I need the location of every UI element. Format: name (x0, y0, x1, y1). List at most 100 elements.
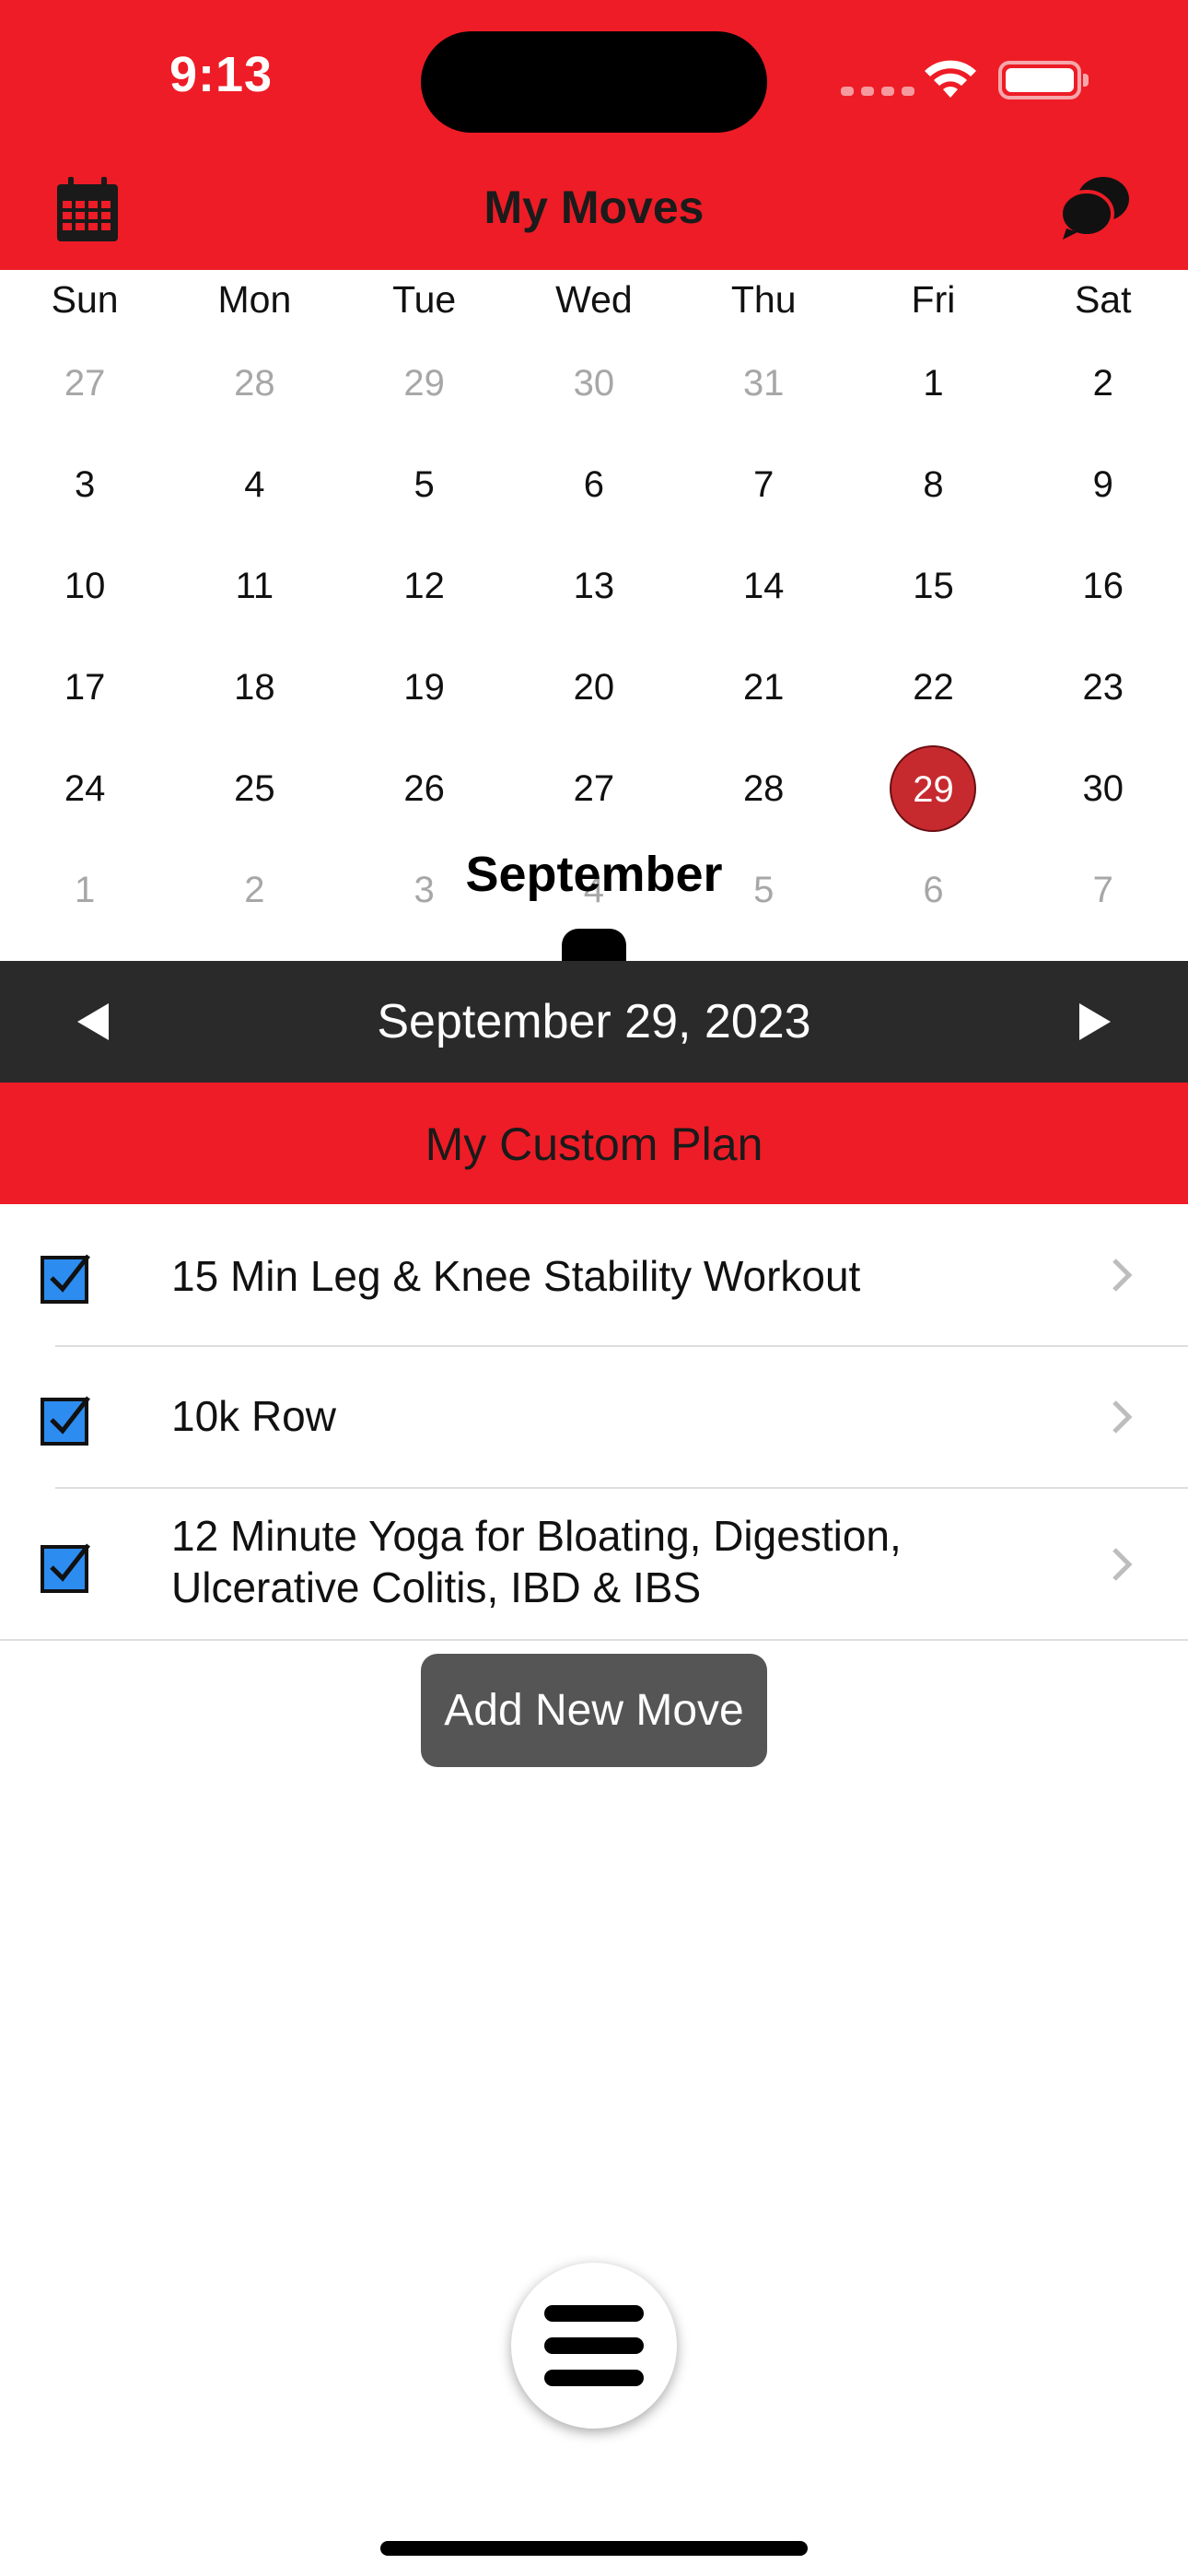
calendar-day-number: 15 (913, 566, 954, 606)
calendar-day[interactable]: 7 (679, 451, 848, 553)
checkbox-checked-icon[interactable] (41, 1394, 92, 1446)
moves-list: 15 Min Leg & Knee Stability Workout 10k … (0, 1204, 1188, 1641)
move-label: 15 Min Leg & Knee Stability Workout (171, 1252, 861, 1300)
calendar-day-number: 9 (1092, 464, 1113, 505)
list-item[interactable]: 10k Row (0, 1346, 1188, 1488)
calendar-day[interactable]: 27 (509, 755, 679, 857)
date-navigation-bar: September 29, 2023 (0, 961, 1188, 1083)
month-label: September (465, 847, 723, 902)
chevron-right-icon (1112, 1548, 1133, 1581)
calendar-day[interactable]: 11 (169, 553, 339, 654)
calendar-day[interactable]: 26 (340, 755, 509, 857)
calendar-day-number: 11 (235, 566, 274, 606)
weekday-label: Wed (555, 278, 633, 321)
dynamic-island (421, 31, 767, 133)
calendar-week-row: 17 18 19 20 21 22 23 (0, 654, 1188, 755)
cellular-signal-icon (841, 87, 914, 96)
calendar-day-number: 20 (573, 667, 615, 708)
calendar-day-number: 29 (890, 745, 977, 832)
calendar-day[interactable]: 2 (1019, 350, 1188, 451)
calendar-day[interactable]: 5 (340, 451, 509, 553)
weekday-label: Tue (392, 278, 457, 321)
calendar-day[interactable]: 25 (169, 755, 339, 857)
calendar-day-number: 16 (1082, 566, 1124, 606)
hamburger-menu-icon (544, 2337, 644, 2354)
calendar-day[interactable]: 1 (848, 350, 1018, 451)
app-header: 9:13 My Moves (0, 0, 1188, 270)
calendar-day[interactable]: 6 (509, 451, 679, 553)
calendar-day[interactable]: 13 (509, 553, 679, 654)
weekday-header: Sun Mon Tue Wed Thu Fri Sat (0, 278, 1188, 322)
calendar-day[interactable]: 18 (169, 654, 339, 755)
add-new-move-button[interactable]: Add New Move (421, 1654, 767, 1767)
calendar-day-number: 30 (573, 363, 615, 404)
calendar-day[interactable]: 30 (509, 350, 679, 451)
calendar-day-number: 27 (64, 363, 106, 404)
calendar-day[interactable]: 20 (509, 654, 679, 755)
hamburger-menu-button[interactable] (511, 2263, 677, 2429)
calendar-day-number: 14 (742, 566, 785, 606)
weekday-label: Thu (730, 278, 797, 321)
calendar-day[interactable]: 23 (1019, 654, 1188, 755)
calendar-day[interactable]: 10 (0, 553, 169, 654)
calendar-day-number: 4 (244, 464, 265, 505)
calendar-day-number: 5 (413, 464, 435, 505)
calendar-day[interactable]: 3 (0, 451, 169, 553)
calendar-day[interactable]: 14 (679, 553, 848, 654)
checkbox-checked-icon[interactable] (41, 1252, 92, 1304)
calendar-week-row: 24 25 26 27 28 29 30 (0, 745, 1188, 857)
calendar-day[interactable]: 12 (340, 553, 509, 654)
calendar-day-number: 26 (403, 768, 445, 809)
hamburger-menu-icon (544, 2370, 644, 2386)
calendar-day[interactable]: 8 (848, 451, 1018, 553)
calendar-day[interactable]: 16 (1019, 553, 1188, 654)
calendar-day[interactable]: 27 (0, 350, 169, 451)
calendar-day-number: 27 (573, 768, 615, 809)
calendar-day[interactable]: 22 (848, 654, 1018, 755)
calendar-day[interactable]: 31 (679, 350, 848, 451)
calendar-day-number: 18 (234, 667, 275, 708)
calendar-day[interactable]: 29 (340, 350, 509, 451)
calendar-day-number: 2 (1092, 363, 1113, 404)
wifi-icon (925, 60, 976, 98)
calendar-day-number: 10 (64, 566, 106, 606)
list-item[interactable]: 15 Min Leg & Knee Stability Workout (0, 1204, 1188, 1346)
calendar-day-number: 28 (742, 768, 785, 809)
calendar-day[interactable]: 15 (848, 553, 1018, 654)
calendar-day-number: 23 (1082, 667, 1124, 708)
calendar-day[interactable]: 21 (679, 654, 848, 755)
calendar-day-number: 21 (742, 667, 785, 708)
calendar-collapse-handle[interactable] (562, 929, 626, 964)
weekday-label: Fri (911, 278, 956, 321)
calendar-day[interactable]: 30 (1019, 755, 1188, 857)
weekday-label: Sat (1074, 278, 1132, 321)
calendar-day-number: 17 (64, 667, 106, 708)
calendar-day-number: 28 (234, 363, 275, 404)
triangle-right-icon[interactable] (1066, 994, 1122, 1049)
calendar-day[interactable]: 28 (169, 350, 339, 451)
calendar-week-row: 27 28 29 30 31 1 2 (0, 350, 1188, 451)
calendar-day-number: 30 (1082, 768, 1124, 809)
calendar-week-row: 10 11 12 13 14 15 16 (0, 553, 1188, 654)
calendar-day[interactable]: 9 (1019, 451, 1188, 553)
chat-bubbles-icon[interactable] (1057, 173, 1131, 241)
plan-header: My Custom Plan (0, 1083, 1188, 1204)
calendar-day-number: 24 (64, 768, 106, 809)
battery-icon (998, 61, 1089, 100)
calendar-day-number: 19 (403, 667, 445, 708)
chevron-right-icon (1112, 1259, 1133, 1292)
page-title: My Moves (483, 181, 705, 233)
calendar-day[interactable]: 4 (169, 451, 339, 553)
calendar-day[interactable]: 24 (0, 755, 169, 857)
calendar-day-number: 6 (583, 464, 605, 505)
calendar-day-selected[interactable]: 29 (848, 745, 1018, 857)
calendar-day[interactable]: 19 (340, 654, 509, 755)
list-item[interactable]: 12 Minute Yoga for Bloating, Digestion, … (0, 1488, 1188, 1641)
calendar-day[interactable]: 28 (679, 755, 848, 857)
calendar-day-number: 1 (923, 363, 944, 404)
checkbox-checked-icon[interactable] (41, 1541, 92, 1593)
calendar-day-number: 31 (742, 363, 785, 404)
calendar-day[interactable]: 17 (0, 654, 169, 755)
weekday-label: Sun (51, 278, 119, 321)
calendar-day-number: 7 (753, 464, 775, 505)
